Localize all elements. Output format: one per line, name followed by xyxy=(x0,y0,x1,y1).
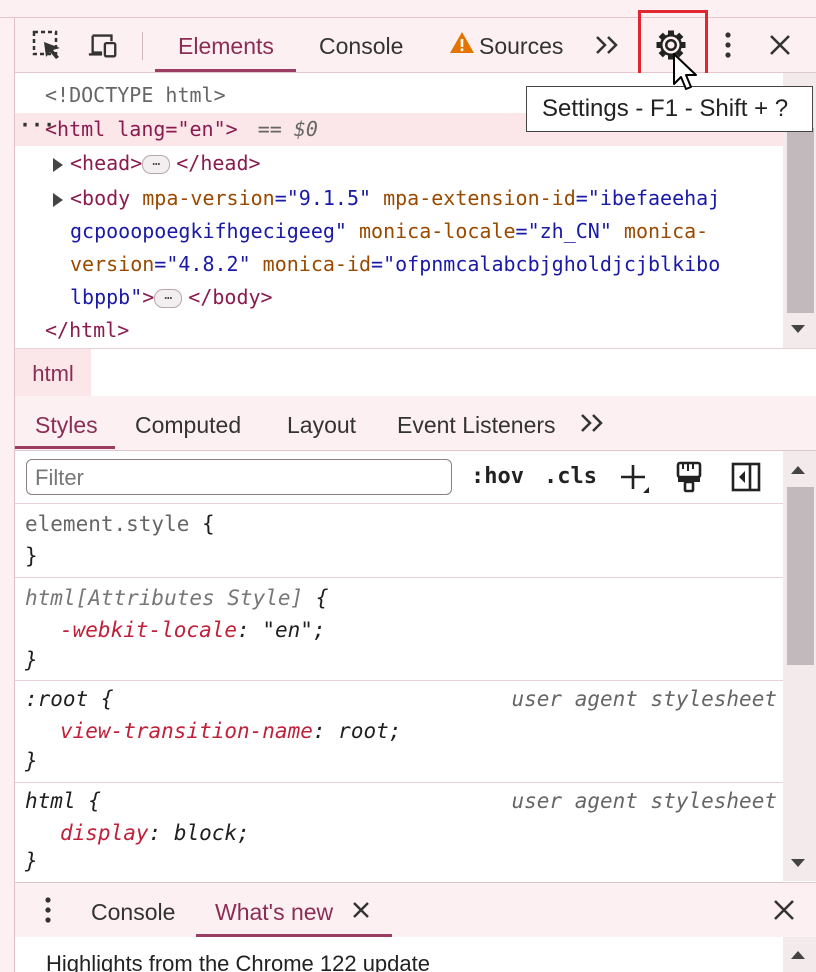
mouse-cursor-icon xyxy=(672,52,702,99)
expand-triangle-icon[interactable] xyxy=(53,147,63,180)
dom-node-html-close[interactable]: </html> xyxy=(15,314,783,347)
style-rule-html: html { user agent stylesheet display: bl… xyxy=(15,783,783,881)
close-devtools-icon[interactable] xyxy=(764,30,796,60)
close-tab-icon[interactable] xyxy=(352,901,370,924)
whats-new-heading: Highlights from the Chrome 122 update xyxy=(46,951,430,972)
collapsed-children-button[interactable]: … xyxy=(154,289,183,308)
drawer-tabbar: Console What's new xyxy=(15,882,816,938)
inspect-element-icon[interactable] xyxy=(32,30,64,60)
scroll-up-arrow-icon[interactable] xyxy=(790,948,806,966)
drawer-menu-kebab-icon[interactable] xyxy=(43,896,53,929)
more-options-kebab-icon[interactable] xyxy=(712,30,744,60)
more-tabs-chevron-icon[interactable] xyxy=(579,412,607,439)
expand-triangle-icon[interactable] xyxy=(53,182,63,215)
paint-brush-icon[interactable] xyxy=(676,461,702,498)
rule-close: } xyxy=(25,849,38,873)
style-rule-element-style: element.style { } xyxy=(15,504,783,578)
tab-styles[interactable]: Styles xyxy=(35,396,98,450)
settings-tooltip: Settings - F1 - Shift + ? xyxy=(526,86,813,132)
more-tabs-chevron-icon[interactable] xyxy=(592,30,624,60)
tab-sources[interactable]: Sources xyxy=(449,18,563,72)
tab-console[interactable]: Console xyxy=(319,18,403,72)
style-rule-attributes: html[Attributes Style] { -webkit-locale:… xyxy=(15,578,783,681)
tab-layout[interactable]: Layout xyxy=(287,396,356,450)
rule-source: user agent stylesheet xyxy=(511,687,777,711)
rule-close: } xyxy=(25,648,38,672)
toggle-sidebar-icon[interactable] xyxy=(731,461,761,498)
active-tab-indicator xyxy=(155,69,296,72)
dom-node-body-line2: gcpooopoegkifhgecigeeg" monica-locale="z… xyxy=(70,219,709,243)
dom-node-head[interactable]: <head>… </head> xyxy=(15,147,783,180)
rule-selector: html { xyxy=(25,789,101,813)
hover-state-button[interactable]: :hov xyxy=(471,459,524,495)
styles-scrollbar-thumb[interactable] xyxy=(787,487,814,665)
close-drawer-icon[interactable] xyxy=(773,899,795,926)
left-edge xyxy=(0,18,15,972)
drawer-tab-whats-new[interactable]: What's new xyxy=(215,883,333,937)
rule-selector[interactable]: element.style { xyxy=(25,508,215,540)
dom-node-body-line3: version="4.8.2" monica-id="ofpnmcalabcbj… xyxy=(70,252,721,276)
style-rule-root: :root { user agent stylesheet view-trans… xyxy=(15,681,783,783)
breadcrumb: html xyxy=(15,348,816,397)
scroll-down-arrow-icon[interactable] xyxy=(790,322,806,340)
filter-input[interactable]: Filter xyxy=(26,459,452,495)
collapsed-children-button[interactable]: … xyxy=(142,155,171,174)
rule-declaration[interactable]: display: block; xyxy=(60,817,250,849)
toolbar-divider xyxy=(142,32,143,60)
tab-event-listeners[interactable]: Event Listeners xyxy=(397,396,556,450)
device-toolbar-icon[interactable] xyxy=(87,30,119,60)
dom-node-body[interactable]: <body mpa-version="9.1.5" mpa-extension-… xyxy=(15,182,783,215)
whats-new-panel: Highlights from the Chrome 122 update xyxy=(15,937,783,972)
class-toggle-button[interactable]: .cls xyxy=(544,459,597,495)
active-tab-indicator xyxy=(15,446,115,449)
tab-computed[interactable]: Computed xyxy=(135,396,241,450)
rule-selector: html[Attributes Style] { xyxy=(25,586,329,610)
rule-close: } xyxy=(25,544,38,568)
scroll-down-arrow-icon[interactable] xyxy=(790,856,806,874)
breadcrumb-item-html[interactable]: html xyxy=(15,349,91,396)
drawer-tab-console[interactable]: Console xyxy=(91,883,175,937)
rule-source: user agent stylesheet xyxy=(511,789,777,813)
tab-elements[interactable]: Elements xyxy=(178,18,274,72)
dom-node-body-line4: lbppb">… </body> xyxy=(70,285,273,309)
scroll-up-arrow-icon[interactable] xyxy=(790,463,806,481)
styles-tabbar: Styles Computed Layout Event Listeners xyxy=(15,396,816,451)
new-style-rule-icon[interactable] xyxy=(619,463,651,500)
rule-close: } xyxy=(25,749,38,773)
rule-selector: :root { xyxy=(25,687,114,711)
tab-sources-label: Sources xyxy=(479,33,564,59)
dom-scrollbar-thumb[interactable] xyxy=(787,128,814,313)
styles-toolbar: Filter :hov .cls xyxy=(15,451,783,504)
rule-declaration[interactable]: view-transition-name: root; xyxy=(60,715,401,747)
rule-declaration[interactable]: -webkit-locale: "en"; xyxy=(60,614,326,646)
warning-icon xyxy=(449,18,475,74)
